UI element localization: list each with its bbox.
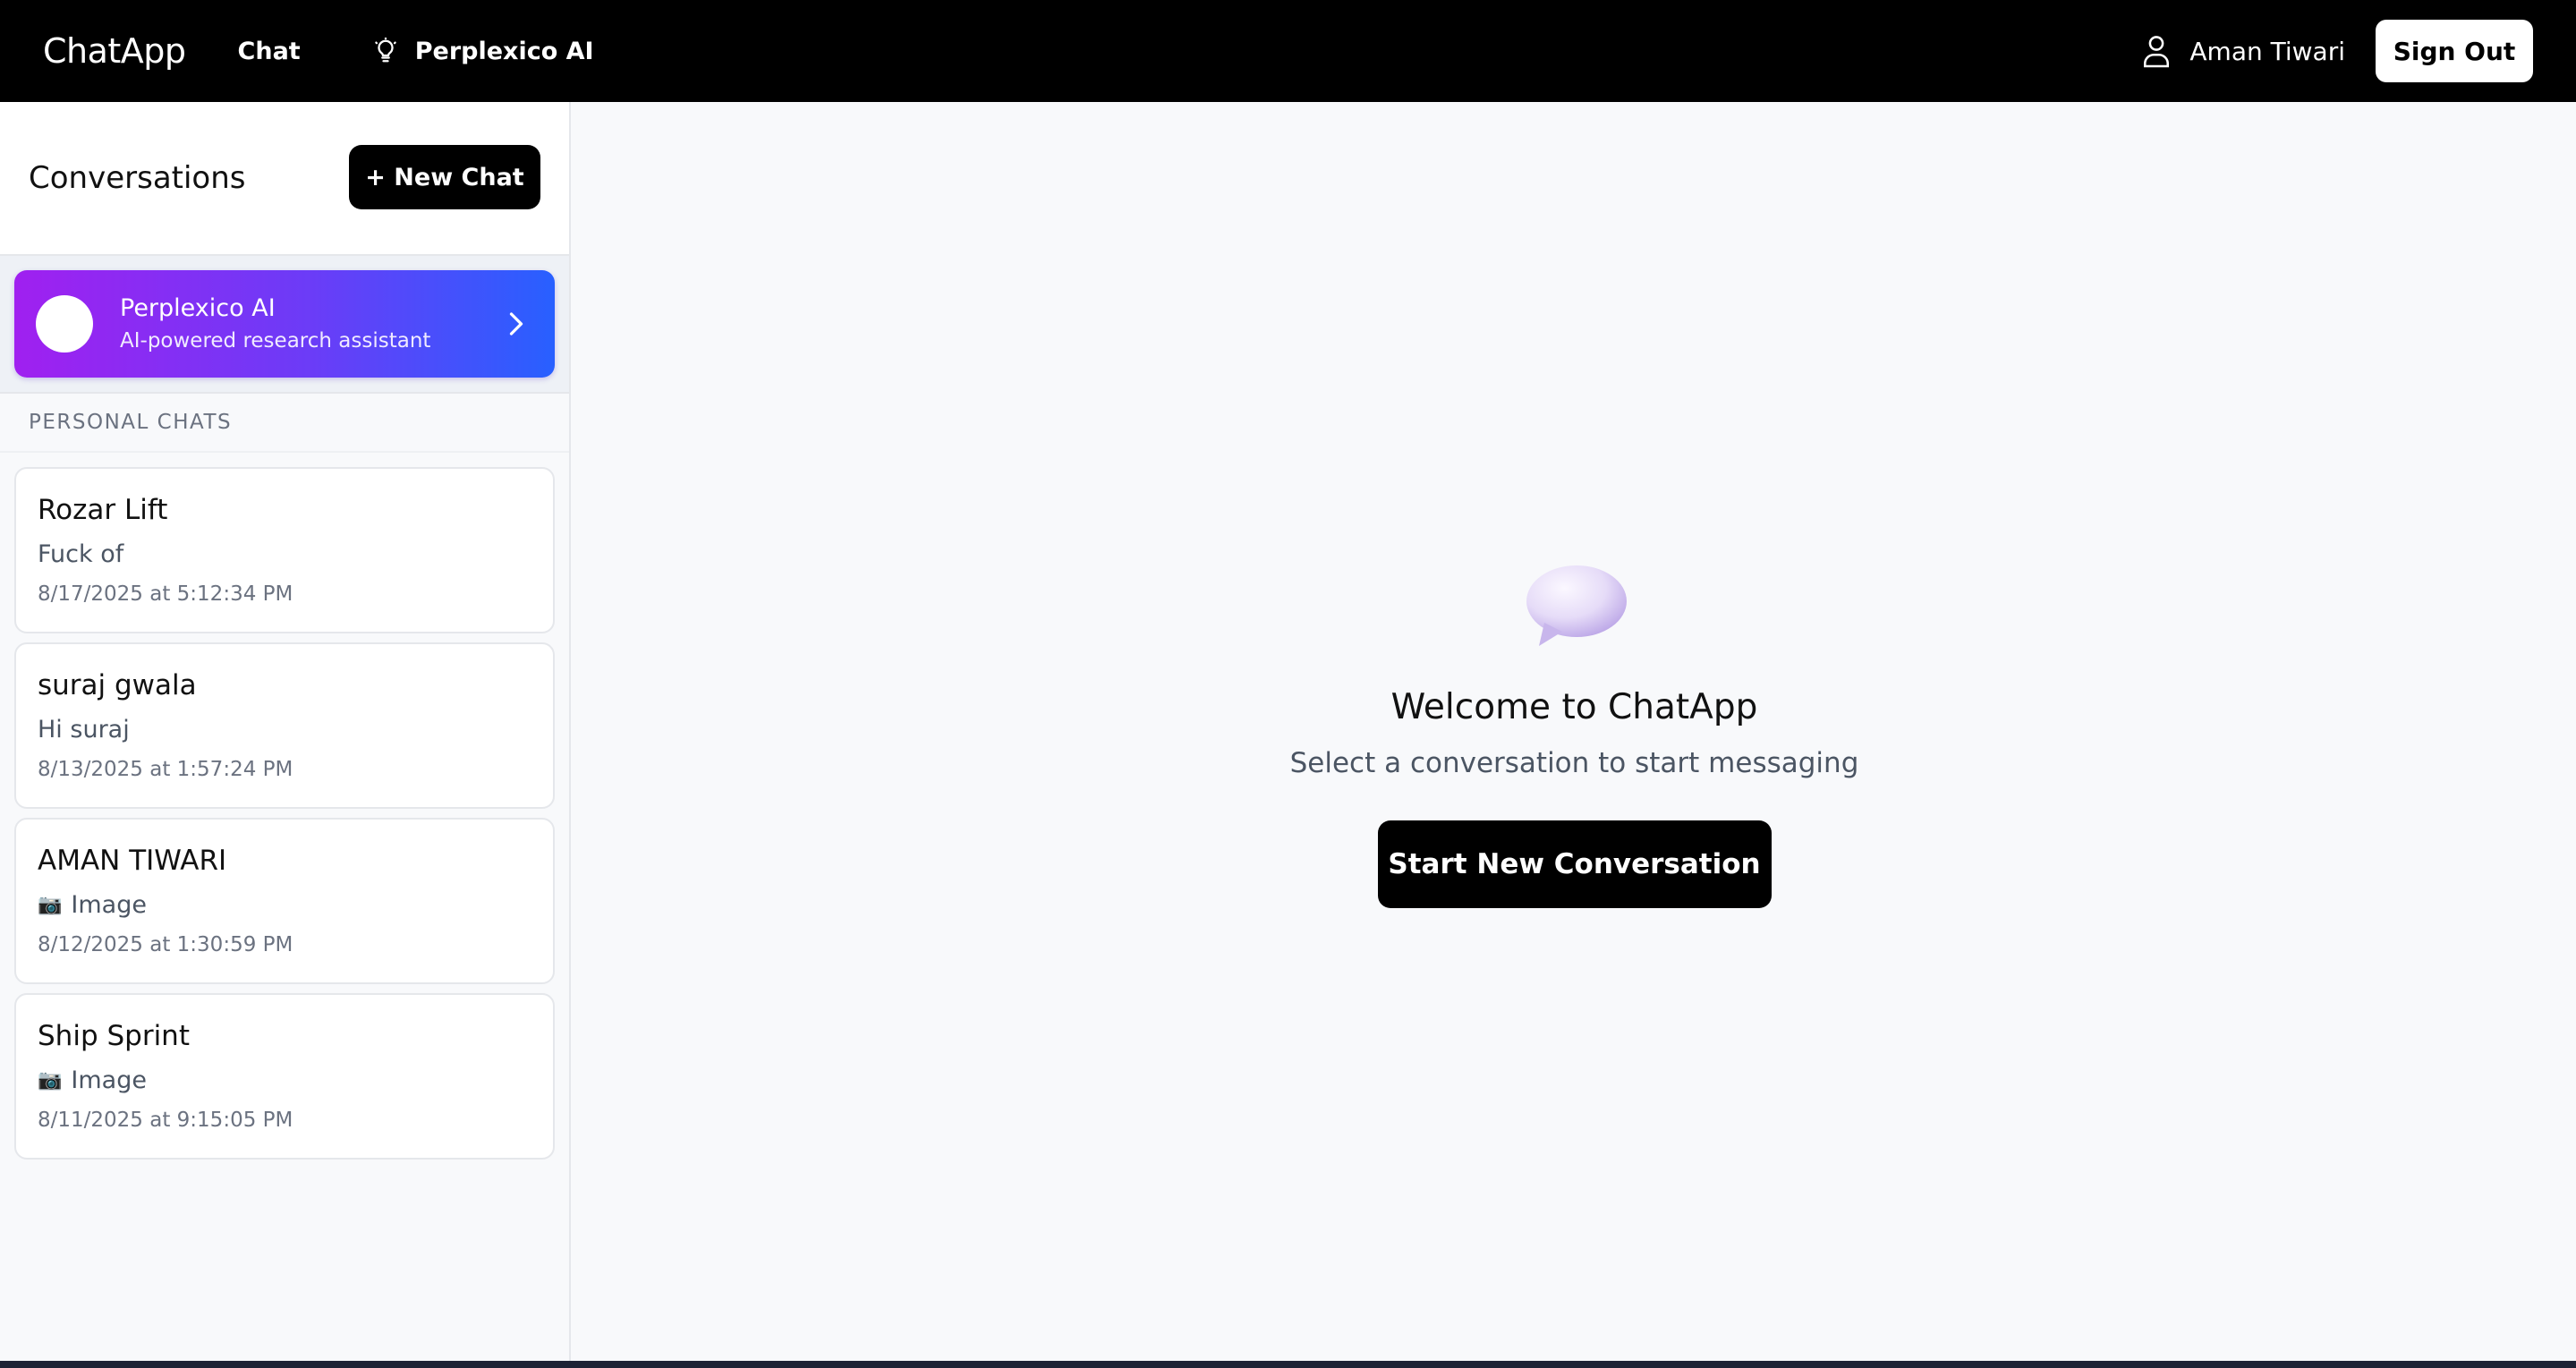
chat-name: AMAN TIWARI xyxy=(38,845,227,877)
bottom-edge xyxy=(0,1361,2576,1368)
start-new-conversation-button[interactable]: Start New Conversation xyxy=(1377,820,1772,908)
chat-name: Rozar Lift xyxy=(38,494,168,526)
chat-last-message-text: Image xyxy=(71,891,147,919)
user-icon xyxy=(2144,36,2170,68)
nav-link-ai-label: Perplexico AI xyxy=(414,37,594,65)
user-name: Aman Tiwari xyxy=(2189,36,2345,66)
conversations-sidebar: Conversations + New Chat Perplexico AI A… xyxy=(0,102,571,1361)
ai-card-text: Perplexico AI AI-powered research assist… xyxy=(120,293,506,355)
brand-logo[interactable]: ChatApp xyxy=(43,31,186,71)
sign-out-button[interactable]: Sign Out xyxy=(2376,20,2533,82)
ai-card-name: Perplexico AI xyxy=(120,294,276,322)
chat-last-message: 📷 Image xyxy=(38,889,531,922)
chat-last-message: Hi suraj xyxy=(38,714,531,746)
chat-timestamp: 8/13/2025 at 1:57:24 PM xyxy=(38,758,293,781)
chat-timestamp: 8/11/2025 at 9:15:05 PM xyxy=(38,1109,293,1132)
user-profile[interactable]: Aman Tiwari xyxy=(2141,34,2345,68)
chat-item-ship-sprint[interactable]: Ship Sprint 📷 Image 8/11/2025 at 9:15:05… xyxy=(14,993,555,1160)
chat-last-message: Fuck of xyxy=(38,539,531,571)
ai-assistant-card[interactable]: Perplexico AI AI-powered research assist… xyxy=(14,270,555,378)
nav-link-perplexico-ai[interactable]: Perplexico AI xyxy=(372,38,594,65)
ai-assistant-section: Perplexico AI AI-powered research assist… xyxy=(0,256,569,394)
personal-chats-label: PERSONAL CHATS xyxy=(0,394,569,453)
nav-link-chat-label: Chat xyxy=(237,37,301,65)
chevron-right-icon xyxy=(509,312,523,336)
welcome-panel: Welcome to ChatApp Select a conversation… xyxy=(573,564,2576,908)
chat-item-suraj-gwala[interactable]: suraj gwala Hi suraj 8/13/2025 at 1:57:2… xyxy=(14,642,555,809)
ai-avatar xyxy=(36,295,93,353)
camera-icon: 📷 xyxy=(38,894,63,916)
chat-item-aman-tiwari[interactable]: AMAN TIWARI 📷 Image 8/12/2025 at 1:30:59… xyxy=(14,818,555,984)
chat-item-rozar-lift[interactable]: Rozar Lift Fuck of 8/17/2025 at 5:12:34 … xyxy=(14,467,555,633)
sidebar-title: Conversations xyxy=(29,160,246,196)
speech-bubble-icon xyxy=(1526,565,1627,646)
chat-timestamp: 8/17/2025 at 5:12:34 PM xyxy=(38,582,293,606)
chat-timestamp: 8/12/2025 at 1:30:59 PM xyxy=(38,933,293,956)
nav-link-chat[interactable]: Chat xyxy=(238,38,301,65)
chat-last-message-text: Image xyxy=(71,1066,147,1094)
chat-name: suraj gwala xyxy=(38,669,197,701)
chat-name: Ship Sprint xyxy=(38,1020,190,1052)
camera-icon: 📷 xyxy=(38,1069,63,1092)
sidebar-header: Conversations + New Chat xyxy=(0,102,569,256)
new-chat-button[interactable]: + New Chat xyxy=(349,145,540,209)
chat-last-message: 📷 Image xyxy=(38,1065,531,1097)
lightbulb-icon xyxy=(374,38,396,63)
ai-card-subtitle: AI-powered research assistant xyxy=(120,329,431,353)
welcome-title: Welcome to ChatApp xyxy=(1390,687,1758,727)
chat-last-message-text: Hi suraj xyxy=(38,716,130,743)
main-panel: Welcome to ChatApp Select a conversation… xyxy=(573,102,2576,1361)
chat-last-message-text: Fuck of xyxy=(38,540,124,568)
welcome-subtitle: Select a conversation to start messaging xyxy=(1289,747,1859,779)
user-area: Aman Tiwari Sign Out xyxy=(2141,20,2533,82)
chat-list: Rozar Lift Fuck of 8/17/2025 at 5:12:34 … xyxy=(0,453,569,1183)
top-navbar: ChatApp Chat Perplexico AI Aman Tiwari S… xyxy=(0,0,2576,102)
